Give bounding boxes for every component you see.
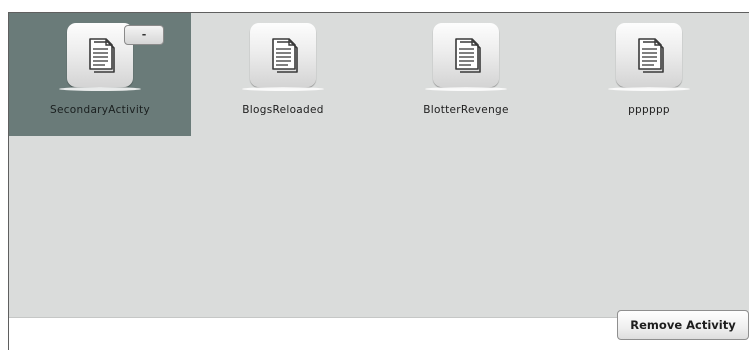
- document-icon: [425, 23, 507, 91]
- activity-label: SecondaryActivity: [50, 104, 150, 116]
- document-icon: [242, 23, 324, 91]
- remove-activity-button[interactable]: Remove Activity: [617, 310, 749, 340]
- document-icon: [608, 23, 690, 91]
- activity-label: BlogsReloaded: [242, 104, 324, 116]
- activity-panel: SecondaryActivity - BlogsReloaded Blotte…: [8, 12, 749, 350]
- activity-label: BlotterRevenge: [423, 104, 509, 116]
- remove-activity-small-button[interactable]: -: [124, 25, 164, 45]
- activity-tile-blogsreloaded[interactable]: BlogsReloaded: [192, 13, 374, 136]
- activity-tile-pppppp[interactable]: pppppp: [558, 13, 740, 136]
- activity-label: pppppp: [628, 104, 670, 116]
- activity-tile-secondaryactivity[interactable]: SecondaryActivity -: [9, 13, 191, 136]
- activity-grid: SecondaryActivity - BlogsReloaded Blotte…: [9, 13, 749, 318]
- activity-tile-blotterrevenge[interactable]: BlotterRevenge: [375, 13, 557, 136]
